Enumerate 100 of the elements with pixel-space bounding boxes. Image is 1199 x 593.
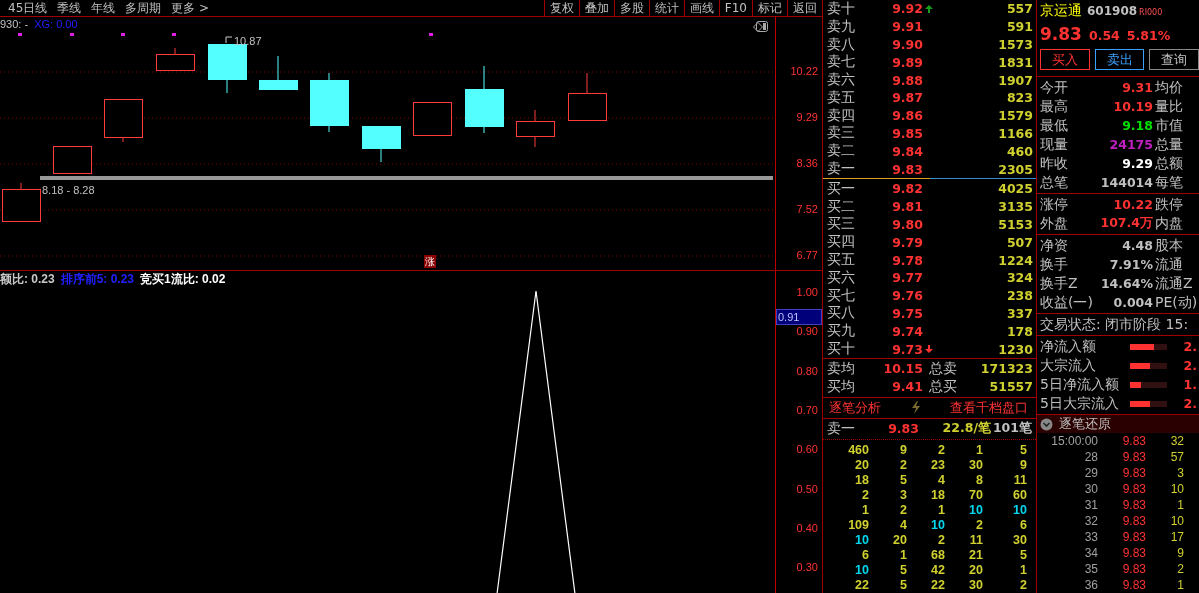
period-tab[interactable]: 年线: [91, 0, 116, 17]
stat-label: 昨收: [1040, 154, 1069, 173]
volume-cell-text: 2: [1176, 562, 1184, 576]
volume-cell-text: 238: [1005, 288, 1033, 304]
time-cell-text: 36: [1083, 578, 1098, 592]
limit-up-badge: 涨: [424, 255, 436, 268]
level-label: 买三: [827, 215, 856, 234]
tick-volume-cell-text: 5: [899, 472, 907, 488]
stat-label: 内盘: [1155, 214, 1184, 233]
collapse-icon[interactable]: [1040, 417, 1053, 431]
level-label: 买十: [827, 340, 856, 359]
price-cell-text: 9.83: [1121, 450, 1146, 464]
candlestick: [259, 55, 298, 90]
trade-button[interactable]: 卖出: [1094, 49, 1145, 70]
time-cell-text: 31: [1083, 498, 1098, 512]
tick-volume-cell-text: 20: [892, 532, 907, 548]
level-label: 买六: [827, 268, 856, 287]
volume-cell-text: 17: [1169, 530, 1184, 544]
volume-cell-text: 2305: [997, 161, 1033, 177]
per-trade-value: 22.8/笔: [941, 420, 991, 438]
period-tab[interactable]: 多周期: [125, 0, 162, 17]
legend-item: 竞买1流比: 0.02: [140, 271, 226, 288]
price-cell-text: 9.85: [891, 125, 923, 141]
candlestick: [104, 98, 143, 143]
total-label: 卖均: [827, 359, 856, 378]
level-label: 买一: [827, 179, 856, 198]
period-tab[interactable]: 季线: [57, 0, 82, 17]
tick-volume-cell-text: 11: [968, 532, 983, 548]
stat-label: 外盘: [1040, 214, 1069, 233]
volume-cell-text: 823: [1005, 90, 1033, 106]
volume-cell-text: 1573: [997, 37, 1033, 52]
tab[interactable]: 逐笔分析: [829, 398, 881, 417]
indicator-value: 930: -: [0, 18, 29, 30]
tick-volume-cell-text: 30: [968, 577, 983, 593]
volume-cell-text: 1831: [997, 54, 1033, 70]
time-cell-text: 29: [1083, 466, 1098, 480]
price-cell-text: 9.73: [891, 341, 923, 357]
volume-cell-text: 337: [1005, 305, 1033, 321]
change-percent: 5.81%: [1126, 28, 1171, 43]
stock-tag: RI000: [1139, 8, 1163, 17]
volume-cell-text: 10: [1169, 514, 1184, 528]
volume-cell-text: 32: [1169, 434, 1184, 448]
tick-volume-cell-text: 5: [1019, 547, 1027, 563]
level-label: 卖一: [827, 419, 856, 438]
flow-label: 净流入额: [1040, 337, 1097, 356]
tick-volume-cell-text: 5: [1019, 442, 1027, 458]
axis-label: 0.80: [796, 364, 818, 377]
axis-label: 0.40: [796, 521, 818, 534]
tick-volume-cell-text: 21: [968, 547, 983, 563]
price-cell-text: 9.75: [891, 305, 923, 321]
price-cell-text: 9.89: [891, 54, 923, 70]
level-label: 卖九: [827, 17, 856, 36]
axis-label: 10.22: [790, 65, 818, 77]
trade-button[interactable]: 买入: [1040, 49, 1090, 70]
period-tab[interactable]: 更多 >: [171, 0, 210, 17]
price-change: 0.54: [1088, 28, 1120, 43]
stat-label: 均价: [1155, 78, 1184, 97]
tab[interactable]: 查看千档盘口: [950, 398, 1028, 417]
volume-cell-text: 5153: [997, 216, 1033, 232]
panel-icon[interactable]: [756, 21, 768, 32]
price-cell-text: 9.41: [891, 379, 923, 395]
stat-label: 跌停: [1155, 195, 1184, 214]
trade-count: 101笔: [991, 420, 1032, 438]
tick-volume-cell-text: 10: [968, 502, 983, 518]
stat-value: 24175: [1108, 137, 1154, 152]
volume-cell-text: 591: [1005, 19, 1033, 35]
stat-label: 现量: [1040, 135, 1069, 154]
volume-cell-text: 1: [1176, 498, 1184, 512]
tick-volume-cell-text: 1: [975, 442, 983, 458]
price-cell-text: 9.87: [891, 90, 923, 106]
up-arrow-icon: [925, 4, 933, 13]
trade-button[interactable]: 查询: [1149, 49, 1199, 70]
tick-volume-cell-text: 11: [1012, 472, 1027, 488]
time-cell-text: 30: [1083, 482, 1098, 496]
volume-cell-text: 1224: [997, 252, 1033, 268]
volume-cell-text: 57: [1169, 450, 1184, 464]
tick-volume-cell-text: 68: [930, 547, 945, 563]
diamond-icon[interactable]: [753, 22, 763, 32]
price-cell-text: 9.81: [891, 199, 923, 215]
price-cell-text: 9.83: [1121, 578, 1146, 592]
stat-value: 107.4万: [1099, 215, 1154, 232]
price-cell-text: 9.78: [891, 252, 923, 268]
tick-volume-cell-text: 18: [930, 487, 945, 503]
price-cell-text: 9.88: [891, 72, 923, 88]
period-tab[interactable]: 45日线: [8, 0, 48, 17]
candlestick: [362, 125, 401, 163]
tick-volume-cell-text: 42: [930, 562, 945, 578]
axis-label: 6.77: [796, 249, 818, 261]
stat-label: 换手Z: [1040, 274, 1079, 293]
tick-volume-cell-text: 10: [854, 532, 869, 548]
price-cell-text: 9.83: [1121, 562, 1146, 576]
candlestick: [413, 101, 452, 136]
tick-volume-cell-text: 5: [899, 577, 907, 593]
price-cell-text: 9.82: [891, 181, 923, 197]
volume-cell-text: 10: [1169, 482, 1184, 496]
volume-cell-text: 1166: [997, 125, 1033, 141]
tick-volume-cell-text: 30: [1012, 532, 1027, 548]
flow-value: 2.: [1182, 358, 1198, 373]
flow-label: 5日大宗流入: [1040, 394, 1120, 413]
tick-volume-cell-text: 2: [937, 532, 945, 548]
